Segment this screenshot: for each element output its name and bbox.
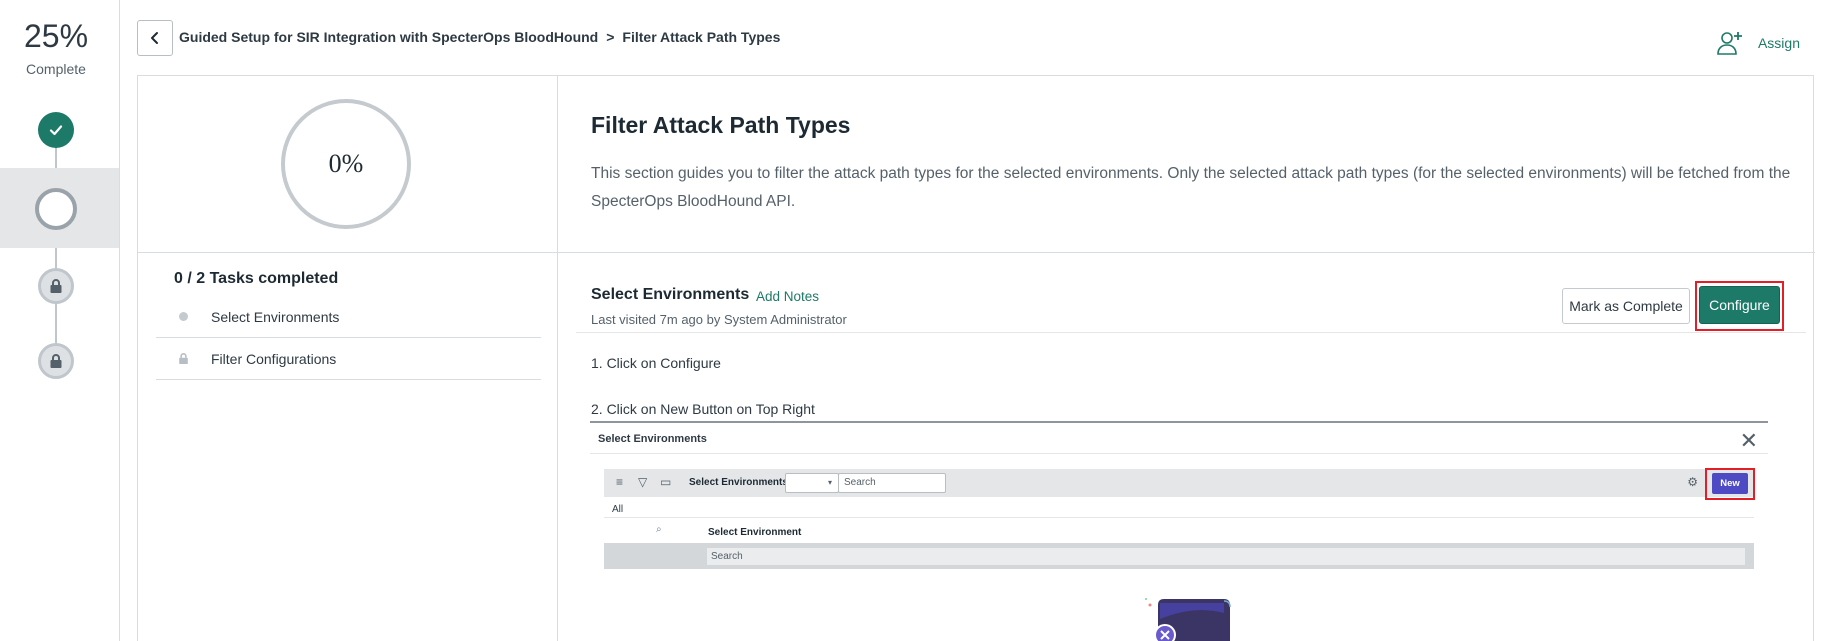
screenshot-modal-title: Select Environments [598, 433, 707, 445]
task-title: Select Environments [591, 286, 750, 303]
progress-rail: 25% Complete [0, 0, 120, 641]
step-1-completed[interactable] [38, 112, 74, 148]
screenshot-toolbar: ≡ ▽ ▭ Select Environments ▾ Search ⚙ New [604, 468, 1755, 500]
screenshot-field-select: ▾ [785, 473, 839, 493]
task-divider [576, 332, 1806, 333]
screenshot-new-button: New [1712, 473, 1748, 494]
breadcrumb-current: Filter Attack Path Types [622, 29, 781, 45]
task-label: Filter Configurations [211, 350, 337, 367]
screenshot-toolbar-label: Select Environments [689, 477, 788, 488]
search-icon: ⌕ [656, 524, 662, 535]
filter-icon: ▽ [638, 475, 648, 489]
breadcrumb-parent[interactable]: Guided Setup for SIR Integration with Sp… [179, 29, 598, 45]
section-progress-value: 0% [328, 149, 364, 178]
empty-state-illustration [1145, 598, 1231, 641]
chat-icon: ▭ [660, 475, 672, 489]
gear-icon: ⚙ [1687, 475, 1698, 489]
task-label: Select Environments [211, 308, 340, 325]
last-visited-text: Last visited 7m ago by System Administra… [591, 312, 847, 327]
assign-button[interactable]: Assign [1716, 30, 1800, 56]
chevron-left-icon [151, 32, 158, 44]
setup-content-frame: 0% Filter Attack Path Types This section… [137, 75, 1815, 641]
screenshot-filter-input: Search [706, 547, 1746, 566]
screenshot-filter-row: Search [604, 543, 1754, 569]
breadcrumb-separator: > [606, 29, 615, 45]
instruction-step-1: 1. Click on Configure [591, 355, 721, 371]
section-progress-ring: 0% [281, 99, 411, 229]
step-2-current[interactable] [35, 188, 77, 230]
instruction-step-2: 2. Click on New Button on Top Right [591, 401, 815, 417]
add-notes-link[interactable]: Add Notes [756, 289, 819, 304]
screenshot-divider [590, 453, 1768, 454]
reference-screenshot: Select Environments ✕ ≡ ▽ ▭ Select Envir… [590, 421, 1768, 641]
configure-button[interactable]: Configure [1699, 286, 1780, 324]
check-icon [49, 125, 63, 136]
lock-icon [179, 353, 188, 364]
screenshot-search: Search [838, 473, 946, 493]
step-4-locked [38, 343, 74, 379]
overall-progress-label: Complete [26, 61, 86, 77]
screenshot-divider [604, 517, 1754, 518]
guided-setup-page: 25% Complete Guided Setup for SIR Integr… [0, 0, 1830, 641]
vertical-divider [557, 76, 558, 641]
section-description: This section guides you to filter the at… [591, 165, 1791, 210]
dot-icon [179, 312, 188, 321]
breadcrumb: Guided Setup for SIR Integration with Sp… [179, 29, 780, 45]
horizontal-divider [138, 252, 1815, 253]
screenshot-all-breadcrumb: All [612, 504, 624, 515]
assign-label: Assign [1757, 35, 1800, 51]
task-item-select-environments[interactable]: Select Environments [156, 296, 541, 338]
task-item-filter-configurations[interactable]: Filter Configurations [156, 338, 541, 380]
add-user-icon [1717, 32, 1742, 55]
tasks-summary: 0 / 2 Tasks completed [174, 270, 339, 287]
section-title: Filter Attack Path Types [591, 112, 851, 138]
menu-icon: ≡ [616, 475, 624, 489]
close-icon: ✕ [1739, 428, 1758, 453]
lock-icon [50, 354, 62, 368]
screenshot-column-header: Select Environment [708, 527, 802, 538]
lock-icon [50, 279, 62, 293]
back-button[interactable] [137, 20, 173, 56]
overall-progress-percent: 25% [23, 18, 89, 54]
step-3-locked [38, 268, 74, 304]
mark-as-complete-button[interactable]: Mark as Complete [1562, 288, 1690, 324]
